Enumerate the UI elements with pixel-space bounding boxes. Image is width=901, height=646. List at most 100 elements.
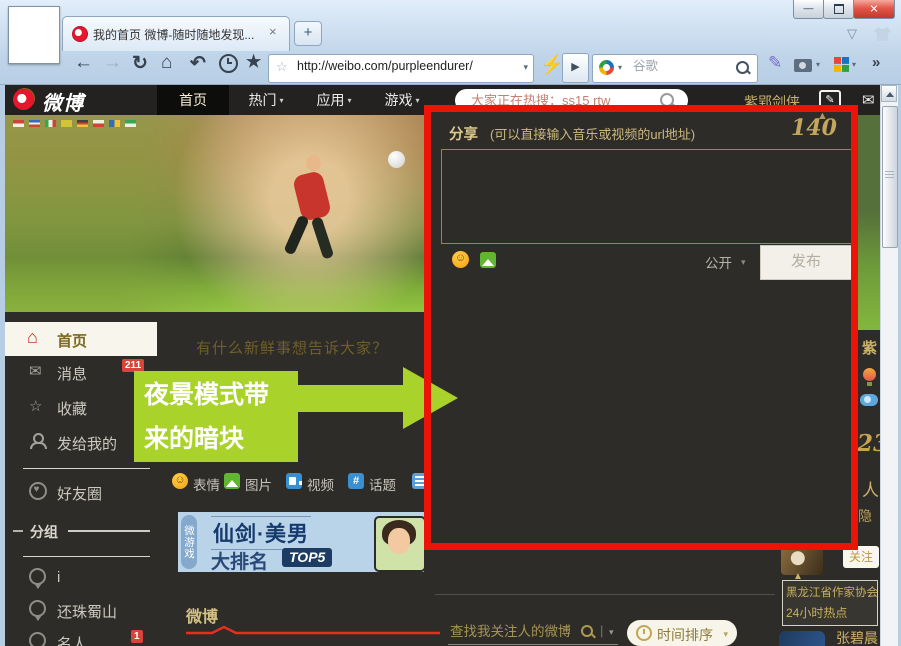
home-button[interactable]: ⌂ — [161, 52, 172, 74]
envelope-icon: ✉ — [29, 362, 42, 380]
flag-icon — [61, 120, 72, 127]
bookmark-star-icon[interactable]: ☆ — [276, 59, 288, 75]
chevron-down-icon: ▾ — [279, 96, 283, 105]
notification-dropdown-icon[interactable]: ▽ — [847, 26, 857, 42]
mail-icon-button[interactable]: ✉ — [862, 91, 875, 109]
feed-divider — [435, 594, 775, 595]
nav-item-games[interactable]: 游戏▾ — [373, 85, 431, 115]
find-search-icon[interactable] — [581, 625, 593, 637]
new-tab-button[interactable]: + — [294, 21, 322, 46]
url-input[interactable] — [295, 58, 501, 74]
cloud-icon — [860, 394, 878, 406]
celebrity-badge: 1 — [131, 630, 143, 643]
minimize-button[interactable]: — — [793, 0, 824, 19]
engine-dropdown-icon[interactable]: ▾ — [618, 63, 622, 72]
group-header-line — [68, 530, 150, 532]
chevron-down-icon: ▾ — [347, 96, 351, 105]
avatar[interactable] — [779, 631, 825, 646]
app-thumbnail[interactable] — [8, 6, 60, 64]
apps-grid-button[interactable] — [834, 57, 849, 72]
apps-dropdown-icon[interactable]: ▾ — [852, 60, 856, 69]
red-highlight-frame — [424, 105, 858, 550]
tool-topic-button[interactable]: # 话题 — [348, 473, 398, 491]
sidebar-divider — [23, 468, 150, 469]
find-dropdown-icon[interactable]: ▾ — [609, 627, 614, 638]
find-followed-input[interactable] — [448, 623, 572, 640]
camera-dropdown-icon[interactable]: ▾ — [816, 60, 820, 69]
flag-icon — [45, 120, 56, 127]
back-button[interactable]: ← — [74, 52, 93, 74]
image-icon — [224, 473, 240, 489]
banner-image — [5, 115, 428, 312]
flag-icon — [93, 120, 104, 127]
screenshot-camera-button[interactable] — [794, 59, 812, 72]
scrollbar-thumb[interactable] — [882, 106, 898, 248]
annotation-arrow — [297, 385, 403, 412]
topic-icon: # — [348, 473, 364, 489]
forward-button[interactable]: → — [103, 52, 122, 74]
sidebar-group-huanzhu[interactable]: 还珠蜀山 — [5, 598, 157, 628]
flag-icon — [125, 120, 136, 127]
tool-video-button[interactable]: 视频 — [286, 473, 336, 491]
engine-search-icon[interactable] — [736, 61, 749, 74]
browser-window: 我的首页 微博-随时随地发现... × + — ✕ ▽ ← → ↻ ⌂ ↶ ★ … — [0, 0, 901, 646]
nav-item-hot[interactable]: 热门▾ — [237, 85, 295, 115]
tab-close-icon[interactable]: × — [269, 24, 277, 39]
engine-search-box[interactable]: ▾ — [592, 54, 758, 83]
undo-button[interactable]: ↶ — [190, 52, 206, 75]
weibo-logo-icon[interactable] — [13, 89, 34, 110]
url-dropdown-icon[interactable]: ▾ — [523, 62, 528, 73]
sidebar-item-friend-circle[interactable]: ♥ 好友圈 — [5, 480, 157, 510]
scroll-up-button[interactable] — [881, 85, 897, 102]
toolbar-overflow-button[interactable]: » — [872, 54, 880, 71]
tool-image-button[interactable]: 图片 — [224, 473, 274, 491]
refresh-button[interactable]: ↻ — [132, 52, 148, 75]
feed-section-title: 微博 — [186, 603, 218, 627]
group-header: 分组 — [30, 522, 58, 542]
pin-icon — [29, 632, 46, 646]
find-followed-search[interactable]: | ▾ — [448, 620, 618, 645]
history-clock-button[interactable] — [219, 54, 238, 78]
sort-by-time-button[interactable]: 时间排序 ▾ — [627, 620, 737, 646]
player-silhouette — [292, 170, 332, 222]
user-name-link[interactable]: 张碧晨 — [836, 628, 878, 646]
sidebar-group-i[interactable]: i — [5, 566, 157, 596]
sort-dropdown-icon: ▾ — [723, 629, 728, 640]
tool-emoticon-button[interactable]: ☺ 表情 — [172, 473, 222, 491]
edit-pencil-button[interactable]: ✎ — [768, 53, 782, 73]
pin-icon — [29, 600, 46, 617]
bookmarks-star-button[interactable]: ★ — [246, 52, 261, 72]
game-banner-title: 仙剑·美男 — [211, 516, 311, 550]
game-banner-subtitle: 大排名 — [211, 547, 268, 572]
micro-game-tag: 微游戏 — [181, 515, 197, 569]
weibo-brand[interactable]: 微博 — [42, 87, 84, 116]
flag-icon — [13, 120, 24, 127]
feed-prompt[interactable]: 有什么新鲜事想告诉大家？ — [196, 337, 388, 358]
close-button[interactable]: ✕ — [853, 0, 895, 19]
game-banner-ad[interactable]: 微游戏 仙剑·美男 大排名 TOP5 — [178, 512, 424, 572]
banner-edge-strip — [858, 115, 880, 330]
smiley-icon: ☺ — [172, 473, 188, 489]
clock-icon — [219, 54, 238, 73]
sidebar-item-home[interactable]: ⌂ 首页 — [5, 322, 157, 356]
pin-icon — [29, 568, 46, 585]
nav-item-home[interactable]: 首页 — [157, 85, 229, 115]
persona-shirt-icon[interactable] — [874, 27, 891, 41]
google-icon[interactable] — [599, 60, 614, 75]
maximize-icon — [834, 4, 844, 14]
scrollbar-track[interactable] — [880, 85, 898, 646]
quick-launch-bolt-icon[interactable]: ⚡ — [540, 53, 564, 77]
right-rail-fragment: 紫 — [862, 337, 877, 358]
circle-heart-icon: ♥ — [29, 482, 47, 500]
url-bar[interactable]: ☆ ▾ — [268, 54, 534, 83]
person-icon — [30, 433, 44, 447]
game-character-image — [374, 516, 424, 572]
top5-badge: TOP5 — [282, 548, 332, 567]
go-play-button[interactable]: ▶ — [562, 53, 589, 83]
engine-search-input[interactable] — [631, 58, 723, 74]
maximize-button[interactable] — [823, 0, 854, 19]
flag-icon — [109, 120, 120, 127]
tab-title: 我的首页 微博-随时随地发现... — [93, 26, 265, 43]
browser-tab[interactable]: 我的首页 微博-随时随地发现... × — [62, 16, 290, 51]
nav-item-apps[interactable]: 应用▾ — [305, 85, 363, 115]
